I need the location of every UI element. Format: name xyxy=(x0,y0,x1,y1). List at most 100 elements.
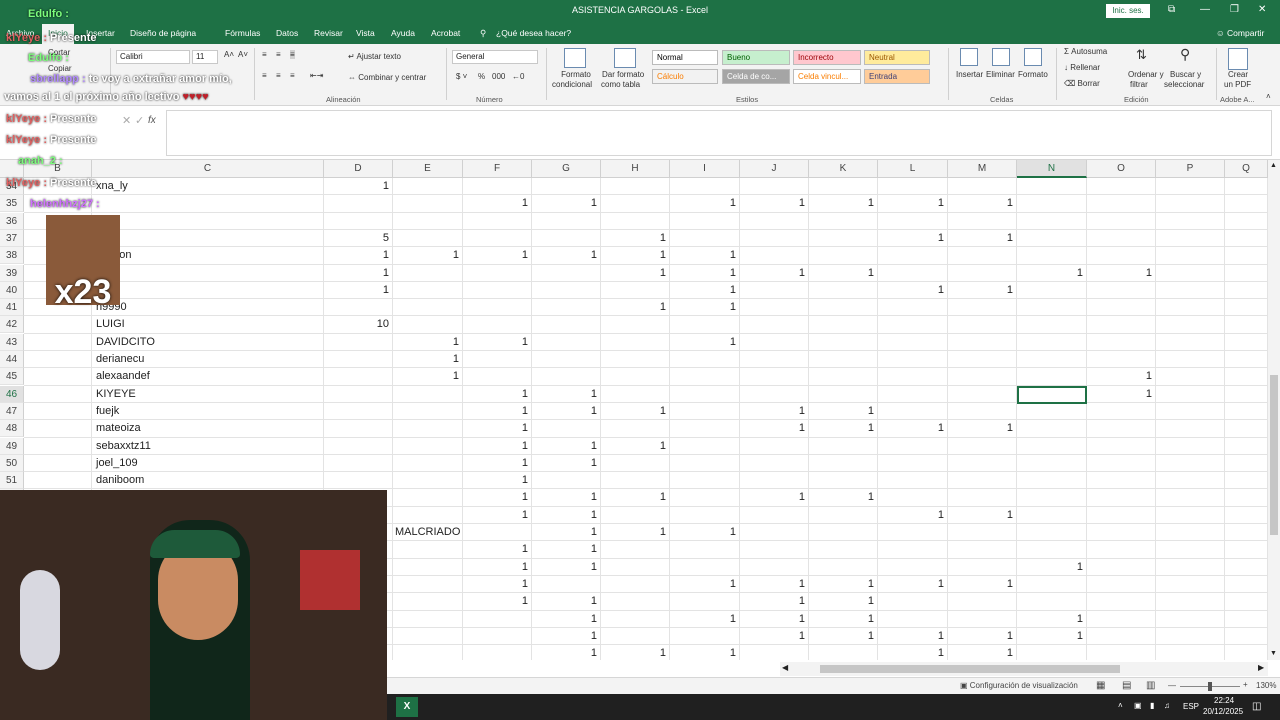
value-cell[interactable]: 5 xyxy=(324,230,393,247)
tray-date[interactable]: 20/12/2025 xyxy=(1203,707,1243,716)
row-header[interactable]: 47 xyxy=(0,402,24,420)
tray-language[interactable]: ESP xyxy=(1183,702,1199,711)
value-cell[interactable]: 1 xyxy=(601,645,670,660)
column-header-d[interactable]: D xyxy=(324,160,393,178)
delete-cells-button[interactable]: Eliminar xyxy=(986,70,1015,79)
name-cell[interactable]: DAVIDCITO xyxy=(96,334,316,351)
column-header-g[interactable]: G xyxy=(532,160,601,178)
selected-cell-n46[interactable] xyxy=(1017,386,1087,404)
tray-expand-icon[interactable]: ˄ xyxy=(1118,701,1123,710)
value-cell[interactable]: 1 xyxy=(532,524,601,541)
value-cell[interactable]: 1 xyxy=(948,645,1017,660)
fill-button[interactable]: ↓ Rellenar xyxy=(1064,63,1100,72)
name-cell[interactable]: alexaandef xyxy=(96,368,316,385)
number-format-select[interactable]: General xyxy=(452,50,538,64)
value-cell[interactable]: 1 xyxy=(809,420,878,437)
confirm-icon[interactable]: ✓ xyxy=(135,114,144,127)
find-line1[interactable]: Buscar y xyxy=(1170,70,1201,79)
value-cell[interactable]: 1 xyxy=(948,628,1017,645)
value-cell[interactable]: 1 xyxy=(463,438,532,455)
value-cell[interactable]: 1 xyxy=(532,628,601,645)
tab-diseno[interactable]: Diseño de página xyxy=(130,28,196,38)
column-header-q[interactable]: Q xyxy=(1225,160,1268,178)
display-settings-button[interactable]: ▣ Configuración de visualización xyxy=(960,681,1078,690)
value-cell[interactable]: 1 xyxy=(463,472,532,489)
tab-ayuda[interactable]: Ayuda xyxy=(391,28,415,38)
maximize-icon[interactable]: ❐ xyxy=(1230,4,1239,15)
merge-center-button[interactable]: ⇔ Combinar y centrar xyxy=(348,73,426,82)
zoom-in-icon[interactable]: + xyxy=(1243,680,1248,689)
column-header-i[interactable]: I xyxy=(670,160,740,178)
value-cell[interactable]: 1 xyxy=(601,403,670,420)
name-cell[interactable]: rnio xyxy=(96,265,316,282)
column-header-c[interactable]: C xyxy=(92,160,324,178)
grow-font-icon[interactable]: A˄ xyxy=(224,50,234,59)
horizontal-scrollbar[interactable]: ◀ ▶ xyxy=(780,662,1268,676)
normal-view-icon[interactable]: ▦ xyxy=(1096,680,1105,691)
value-cell[interactable]: 1 xyxy=(393,334,463,351)
scroll-right-icon[interactable]: ▶ xyxy=(1258,663,1264,672)
row-header[interactable]: 50 xyxy=(0,454,24,472)
value-cell[interactable]: 1 xyxy=(670,247,740,264)
row-header[interactable]: 40 xyxy=(0,281,24,299)
scroll-thumb[interactable] xyxy=(820,665,1120,673)
zoom-level[interactable]: 130% xyxy=(1256,681,1276,690)
vertical-scrollbar[interactable]: ▲ ▼ xyxy=(1268,160,1280,660)
page-break-icon[interactable]: ▥ xyxy=(1146,680,1155,691)
value-cell[interactable]: 1 xyxy=(601,265,670,282)
scroll-up-icon[interactable]: ▲ xyxy=(1270,162,1277,169)
row-header[interactable]: 45 xyxy=(0,368,24,386)
value-cell[interactable]: 1 xyxy=(532,455,601,472)
style-celda-comprobacion[interactable]: Celda de co... xyxy=(722,69,790,84)
name-cell[interactable]: sebaxxtz11 xyxy=(96,438,316,455)
value-cell[interactable]: 1 xyxy=(740,265,809,282)
value-cell[interactable]: 1 xyxy=(324,247,393,264)
value-cell[interactable]: 1 xyxy=(878,645,948,660)
style-normal[interactable]: Normal xyxy=(652,50,718,65)
value-cell[interactable]: 1 xyxy=(463,559,532,576)
align-left-icon[interactable]: ≡ xyxy=(262,71,267,80)
percent-icon[interactable]: % xyxy=(478,72,485,81)
value-cell[interactable]: 1 xyxy=(670,282,740,299)
value-cell[interactable]: 1 xyxy=(878,420,948,437)
value-cell[interactable]: 1 xyxy=(740,593,809,610)
style-bueno[interactable]: Bueno xyxy=(722,50,790,65)
value-cell[interactable]: 1 xyxy=(532,645,601,660)
value-cell[interactable]: 1 xyxy=(809,593,878,610)
zoom-out-icon[interactable]: — xyxy=(1168,681,1176,690)
value-cell[interactable]: 1 xyxy=(324,265,393,282)
value-cell[interactable]: 1 xyxy=(809,611,878,628)
name-cell[interactable]: fuejk xyxy=(96,403,316,420)
style-neutral[interactable]: Neutral xyxy=(864,50,930,65)
value-cell[interactable]: 1 xyxy=(532,386,601,403)
value-cell[interactable]: 1 xyxy=(463,247,532,264)
table-format-line2[interactable]: como tabla xyxy=(601,80,640,89)
value-cell[interactable]: 1 xyxy=(740,420,809,437)
value-cell[interactable]: 1 xyxy=(532,403,601,420)
row-header[interactable]: 36 xyxy=(0,212,24,230)
tray-monitor-icon[interactable]: ▣ xyxy=(1134,701,1142,710)
share-button[interactable]: ☺ Compartir xyxy=(1216,28,1264,38)
value-cell[interactable]: 1 xyxy=(670,611,740,628)
value-cell[interactable]: 1 xyxy=(740,576,809,593)
value-cell[interactable]: 1 xyxy=(948,507,1017,524)
column-header-l[interactable]: L xyxy=(878,160,948,178)
wrap-text-button[interactable]: ↵ Ajustar texto xyxy=(348,52,401,61)
style-celda-vinculada[interactable]: Celda vincul... xyxy=(793,69,861,84)
value-cell[interactable]: 1 xyxy=(463,195,532,212)
value-cell[interactable]: 1 xyxy=(393,368,463,385)
name-cell[interactable]: KIYEYE xyxy=(96,386,316,403)
function-icon[interactable]: fx xyxy=(148,115,156,126)
tab-vista[interactable]: Vista xyxy=(356,28,375,38)
value-cell[interactable]: 1 xyxy=(463,420,532,437)
tray-volume-icon[interactable]: ♫ xyxy=(1164,701,1170,710)
row-header[interactable]: 43 xyxy=(0,333,24,351)
value-cell[interactable]: 1 xyxy=(601,299,670,316)
column-header-e[interactable]: E xyxy=(393,160,463,178)
currency-icon[interactable]: $ ˅ xyxy=(456,72,467,81)
name-cell[interactable]: n9990 xyxy=(96,299,316,316)
row-header[interactable]: 49 xyxy=(0,437,24,455)
value-cell[interactable]: 1 xyxy=(809,628,878,645)
value-cell[interactable]: 1 xyxy=(1087,265,1156,282)
value-cell[interactable]: 1 xyxy=(670,334,740,351)
